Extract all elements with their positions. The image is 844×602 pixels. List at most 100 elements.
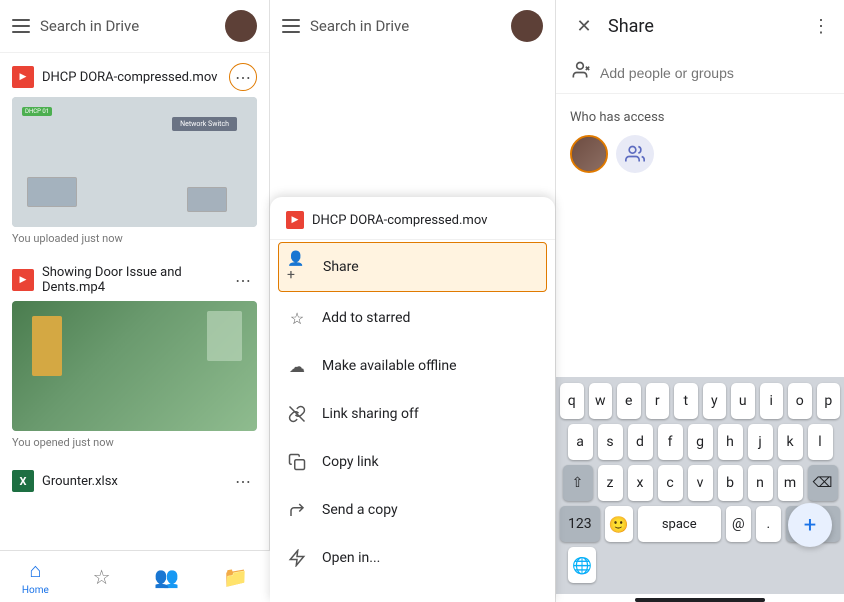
key-x[interactable]: x [628, 465, 653, 501]
context-item-share[interactable]: 👤+ Share [278, 242, 547, 292]
file-item-3: Grounter.xlsx ⋯ [0, 459, 269, 503]
keyboard-row-3: ⇧ z x c v b n m ⌫ [560, 465, 840, 501]
video-icon-2 [12, 269, 34, 291]
middle-avatar[interactable] [511, 10, 543, 42]
share-more-button[interactable]: ⋮ [812, 16, 830, 37]
hamburger-icon[interactable] [12, 19, 30, 33]
key-y[interactable]: y [703, 383, 727, 419]
context-item-link-sharing[interactable]: Link sharing off [270, 390, 555, 438]
context-item-send-copy[interactable]: Send a copy [270, 486, 555, 534]
key-n[interactable]: n [748, 465, 773, 501]
ns-box-2 [187, 187, 227, 212]
file-item-2: Showing Door Issue and Dents.mp4 ⋯ You o… [0, 255, 269, 459]
add-people-input[interactable] [600, 65, 830, 81]
context-label-share: Share [323, 259, 359, 275]
key-z[interactable]: z [598, 465, 623, 501]
key-delete[interactable]: ⌫ [808, 465, 838, 501]
key-123[interactable]: 123 [560, 506, 600, 542]
copy-link-icon [286, 451, 308, 473]
more-button-1[interactable]: ⋯ [229, 63, 257, 91]
context-item-open-in[interactable]: Open in... [270, 534, 555, 582]
share-icon: 👤+ [287, 256, 309, 278]
key-b[interactable]: b [718, 465, 743, 501]
key-m[interactable]: m [778, 465, 803, 501]
context-label-offline: Make available offline [322, 358, 457, 374]
ns-label-1: Network Switch [172, 117, 237, 131]
key-w[interactable]: w [589, 383, 613, 419]
context-label-open-in: Open in... [322, 550, 380, 566]
key-globe[interactable]: 🌐 [568, 547, 596, 583]
ns-box-1 [27, 177, 77, 207]
key-p[interactable]: p [817, 383, 841, 419]
key-at[interactable]: @ [726, 506, 751, 542]
bottom-indicator [635, 598, 765, 602]
file-header-1: DHCP DORA-compressed.mov ⋯ [12, 63, 257, 91]
middle-search-bar[interactable]: Search in Drive [270, 0, 555, 52]
file-item-1: DHCP DORA-compressed.mov ⋯ DHCP 01 Netwo… [0, 53, 269, 255]
add-person-icon [570, 60, 590, 85]
send-copy-icon [286, 499, 308, 521]
group-avatar[interactable] [616, 135, 654, 173]
key-q[interactable]: q [560, 383, 584, 419]
avatar[interactable] [225, 10, 257, 42]
key-t[interactable]: t [674, 383, 698, 419]
add-people-row[interactable] [556, 52, 844, 94]
key-f[interactable]: f [658, 424, 683, 460]
open-in-icon [286, 547, 308, 569]
thumbnail-2 [12, 301, 257, 431]
key-o[interactable]: o [788, 383, 812, 419]
star-icon: ☆ [286, 307, 308, 329]
key-u[interactable]: u [731, 383, 755, 419]
nav-shared[interactable]: 👥 [154, 565, 179, 589]
more-button-3[interactable]: ⋯ [229, 467, 257, 495]
key-i[interactable]: i [760, 383, 784, 419]
key-dot[interactable]: . [756, 506, 781, 542]
key-emoji[interactable]: 🙂 [605, 506, 633, 542]
key-j[interactable]: j [748, 424, 773, 460]
bottom-nav: ⌂ Home ☆ 👥 📁 [0, 550, 270, 602]
home-icon: ⌂ [29, 558, 41, 583]
file-header-2: Showing Door Issue and Dents.mp4 ⋯ [12, 265, 257, 295]
key-h[interactable]: h [718, 424, 743, 460]
key-space[interactable]: space [638, 506, 721, 542]
nav-home[interactable]: ⌂ Home [22, 558, 49, 596]
nav-starred[interactable]: ☆ [93, 565, 111, 589]
file-name-2: Showing Door Issue and Dents.mp4 [42, 265, 221, 295]
link-off-icon [286, 403, 308, 425]
context-label-link-sharing: Link sharing off [322, 406, 419, 422]
file-name-3: Grounter.xlsx [42, 474, 229, 489]
key-d[interactable]: d [628, 424, 653, 460]
left-panel: Search in Drive DHCP DORA-compressed.mov… [0, 0, 270, 602]
thumbnail-1: DHCP 01 Network Switch [12, 97, 257, 227]
user-avatar-1[interactable] [570, 135, 608, 173]
key-e[interactable]: e [617, 383, 641, 419]
key-s[interactable]: s [598, 424, 623, 460]
key-c[interactable]: c [658, 465, 683, 501]
context-item-offline[interactable]: ☁ Make available offline [270, 342, 555, 390]
key-k[interactable]: k [778, 424, 803, 460]
key-l[interactable]: l [808, 424, 833, 460]
close-button[interactable]: ✕ [570, 12, 598, 40]
middle-hamburger-icon[interactable] [282, 19, 300, 33]
ns-tag-1: DHCP 01 [22, 107, 52, 116]
excel-icon [12, 470, 34, 492]
key-a[interactable]: a [568, 424, 593, 460]
keyboard-row-1: q w e r t y u i o p [560, 383, 840, 419]
key-r[interactable]: r [646, 383, 670, 419]
who-access-label: Who has access [570, 110, 830, 125]
context-label-starred: Add to starred [322, 310, 410, 326]
context-item-copy-link[interactable]: Copy link [270, 438, 555, 486]
starred-icon: ☆ [93, 565, 111, 589]
middle-panel: Search in Drive DHCP DORA-compressed.mov… [270, 0, 555, 602]
key-shift[interactable]: ⇧ [563, 465, 593, 501]
nav-files[interactable]: 📁 [223, 565, 248, 589]
key-v[interactable]: v [688, 465, 713, 501]
context-menu-title: DHCP DORA-compressed.mov [312, 213, 487, 228]
search-bar[interactable]: Search in Drive [0, 0, 269, 53]
context-item-starred[interactable]: ☆ Add to starred [270, 294, 555, 342]
file-name-1: DHCP DORA-compressed.mov [42, 70, 221, 85]
keyboard-row-2: a s d f g h j k l [560, 424, 840, 460]
key-g[interactable]: g [688, 424, 713, 460]
door-shape-2 [207, 311, 242, 361]
more-button-2[interactable]: ⋯ [229, 266, 257, 294]
